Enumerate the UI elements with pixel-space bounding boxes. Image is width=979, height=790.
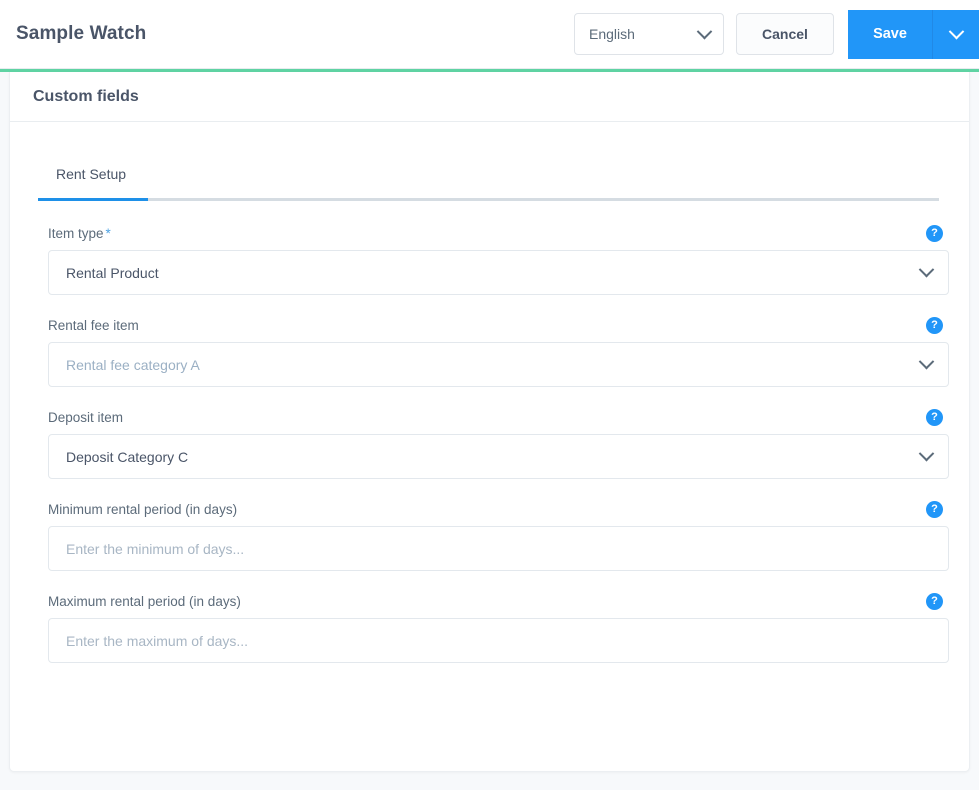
field-label-row: Item type * ?	[38, 225, 946, 242]
maximum-rental-period-input[interactable]: Enter the maximum of days...	[48, 618, 949, 663]
field-maximum-rental-period: Maximum rental period (in days) ? Enter …	[38, 593, 949, 663]
page-title: Sample Watch	[16, 23, 147, 44]
item-type-select[interactable]: Rental Product	[48, 250, 949, 295]
help-icon[interactable]: ?	[926, 593, 943, 610]
custom-fields-card: Custom fields Rent Setup Item type * ? Re…	[9, 72, 970, 772]
card-title: Custom fields	[33, 87, 139, 105]
tab-rent-setup[interactable]: Rent Setup	[38, 166, 144, 198]
card-header: Custom fields	[10, 72, 969, 122]
field-label: Minimum rental period (in days)	[48, 502, 238, 517]
app-header: Sample Watch English Cancel Save	[0, 0, 979, 69]
field-label-row: Maximum rental period (in days) ?	[38, 593, 946, 610]
language-select[interactable]: English	[574, 13, 724, 55]
maximum-rental-period-placeholder: Enter the maximum of days...	[66, 632, 249, 649]
item-type-value: Rental Product	[66, 264, 159, 281]
field-rental-fee-item: Rental fee item ? Rental fee category A	[38, 317, 949, 387]
deposit-item-select[interactable]: Deposit Category C	[48, 434, 949, 479]
cancel-button[interactable]: Cancel	[736, 13, 834, 55]
help-icon[interactable]: ?	[926, 317, 943, 334]
deposit-item-value: Deposit Category C	[66, 448, 189, 465]
field-label: Maximum rental period (in days)	[48, 594, 241, 609]
required-marker: *	[105, 226, 111, 241]
field-label: Deposit item	[48, 410, 124, 425]
chevron-down-icon	[948, 23, 964, 39]
save-dropdown-button[interactable]	[932, 9, 979, 59]
tab-bar: Rent Setup	[38, 122, 946, 201]
tab-list: Rent Setup	[38, 166, 946, 198]
minimum-rental-period-input[interactable]: Enter the minimum of days...	[48, 526, 949, 571]
header-actions: English Cancel Save	[574, 0, 979, 68]
tab-active-indicator	[38, 198, 148, 201]
tab-baseline	[38, 198, 939, 201]
field-label-text: Item type	[48, 226, 104, 241]
minimum-rental-period-placeholder: Enter the minimum of days...	[66, 540, 245, 557]
field-deposit-item: Deposit item ? Deposit Category C	[38, 409, 949, 479]
field-minimum-rental-period: Minimum rental period (in days) ? Enter …	[38, 501, 949, 571]
rental-fee-item-select[interactable]: Rental fee category A	[48, 342, 949, 387]
save-button-group: Save	[848, 9, 979, 59]
field-item-type: Item type * ? Rental Product	[38, 225, 949, 295]
rental-fee-item-value: Rental fee category A	[66, 356, 200, 373]
chevron-down-icon	[918, 261, 935, 278]
language-select-value: English	[589, 26, 635, 42]
field-label-row: Rental fee item ?	[38, 317, 946, 334]
help-icon[interactable]: ?	[926, 225, 943, 242]
chevron-down-icon	[918, 353, 935, 370]
field-label: Item type *	[38, 226, 111, 241]
help-icon[interactable]: ?	[926, 501, 943, 518]
help-icon[interactable]: ?	[926, 409, 943, 426]
field-label-row: Minimum rental period (in days) ?	[38, 501, 946, 518]
field-label-row: Deposit item ?	[38, 409, 946, 426]
chevron-down-icon	[696, 23, 713, 39]
chevron-down-icon	[918, 445, 935, 462]
field-label: Rental fee item	[48, 318, 139, 333]
custom-fields-form: Item type * ? Rental Product Rental fee i…	[10, 225, 969, 663]
save-button[interactable]: Save	[848, 9, 932, 59]
